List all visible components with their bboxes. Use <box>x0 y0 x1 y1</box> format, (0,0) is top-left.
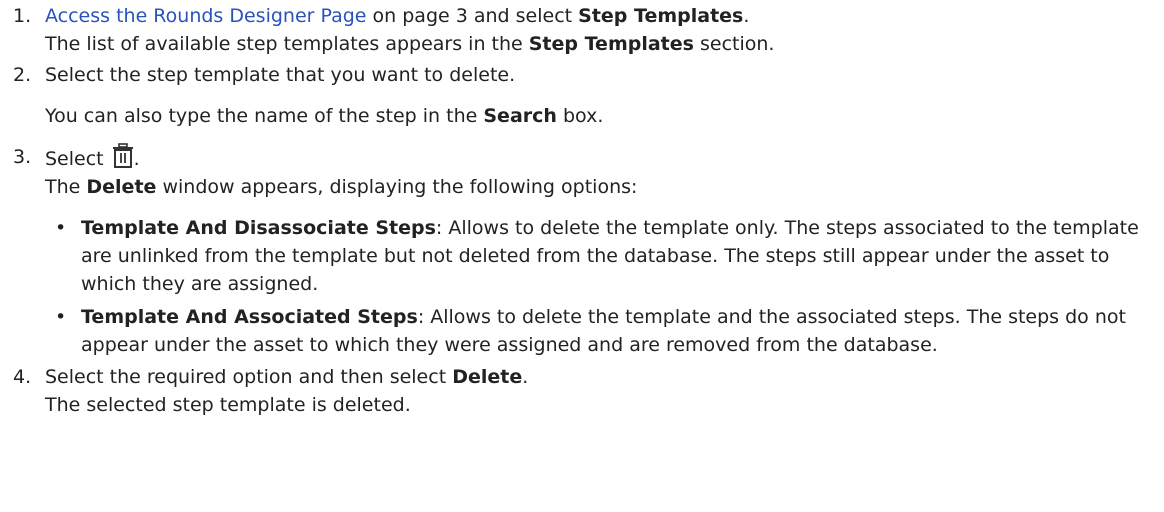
step-3-line-1: Select . <box>45 143 1164 173</box>
trash-icon <box>112 143 133 168</box>
step-text: on page 3 and select <box>366 5 579 27</box>
procedure-steps: 1. Access the Rounds Designer Page on pa… <box>0 2 1164 419</box>
option-title: Template And Disassociate Steps <box>81 217 436 239</box>
step-3-line-2: The Delete window appears, displaying th… <box>45 173 1164 201</box>
step-text: window appears, displaying the following… <box>156 176 638 198</box>
step-text: Select <box>45 148 110 170</box>
rounds-designer-link[interactable]: Access the Rounds Designer Page <box>45 5 367 27</box>
step-number: 3. <box>13 146 32 168</box>
step-text: The list of available step templates app… <box>45 33 529 55</box>
step-number: 4. <box>13 366 32 388</box>
step-text: . <box>743 5 750 27</box>
step-text: . <box>522 366 529 388</box>
step-4-line-2: The selected step template is deleted. <box>45 394 411 416</box>
step-2-note: You can also type the name of the step i… <box>45 102 1164 130</box>
search-label: Search <box>483 105 557 127</box>
step-templates-label: Step Templates <box>578 5 744 27</box>
step-1-line-2: The list of available step templates app… <box>45 30 1164 58</box>
delete-label: Delete <box>452 366 523 388</box>
step-4-line-1: Select the required option and then sele… <box>45 363 1164 391</box>
step-templates-section-label: Step Templates <box>528 33 694 55</box>
bullet: • <box>55 306 67 328</box>
step-number: 1. <box>13 5 32 27</box>
option-title: Template And Associated Steps <box>81 306 418 328</box>
step-text: section. <box>693 33 775 55</box>
step-1-line-1: Access the Rounds Designer Page on page … <box>45 2 1164 30</box>
step-1: 1. Access the Rounds Designer Page on pa… <box>7 2 1164 58</box>
step-4: 4. Select the required option and then s… <box>7 363 1164 419</box>
step-text: box. <box>556 105 604 127</box>
delete-window-label: Delete <box>86 176 157 198</box>
list-item: • Template And Associated Steps: Allows … <box>45 303 1151 359</box>
step-text: You can also type the name of the step i… <box>45 105 484 127</box>
step-number: 2. <box>13 64 32 86</box>
step-2: 2. Select the step template that you wan… <box>7 61 1164 130</box>
step-text: . <box>133 148 140 170</box>
step-text: Select the required option and then sele… <box>45 366 453 388</box>
list-item: • Template And Disassociate Steps: Allow… <box>45 214 1151 298</box>
step-3: 3. Select . The Delete window appears, d… <box>7 143 1164 359</box>
step-text: The <box>45 176 87 198</box>
delete-options-list: • Template And Disassociate Steps: Allow… <box>45 214 1164 359</box>
step-2-text: Select the step template that you want t… <box>45 64 516 86</box>
bullet: • <box>55 217 67 239</box>
